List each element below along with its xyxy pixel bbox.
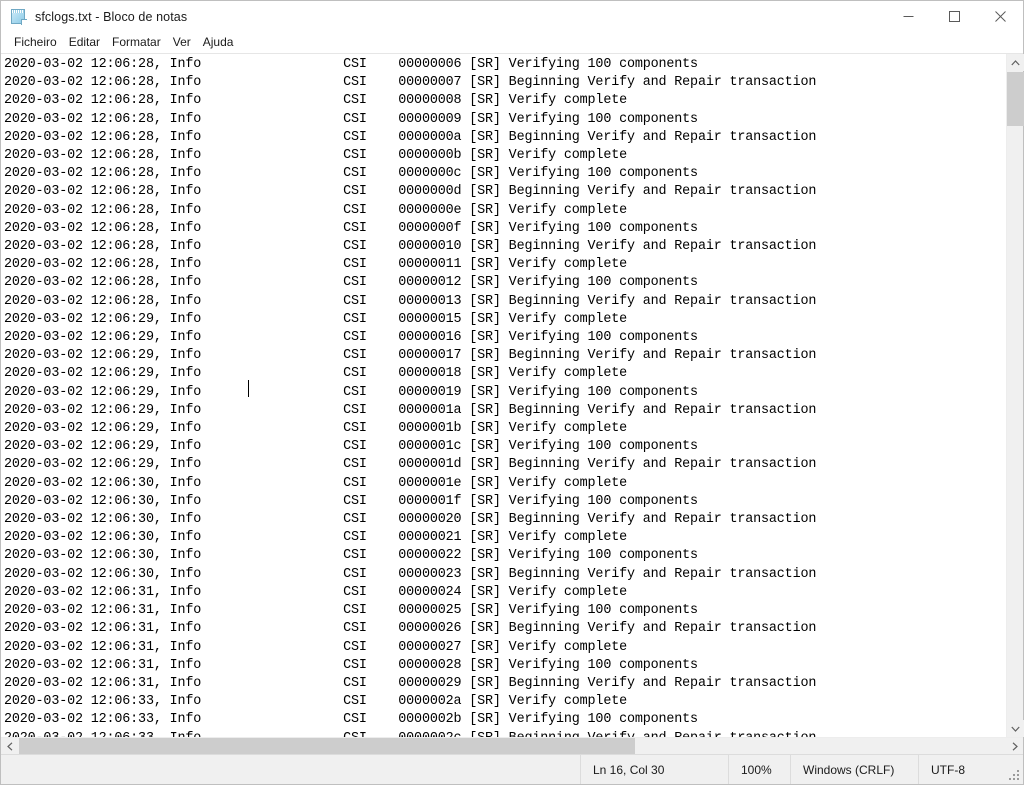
close-icon — [994, 11, 1006, 22]
log-line: 2020-03-02 12:06:31, Info CSI 00000027 [… — [4, 639, 627, 655]
text-caret — [248, 380, 249, 397]
title-bar-left: sfclogs.txt - Bloco de notas — [1, 8, 885, 25]
log-line: 2020-03-02 12:06:28, Info CSI 00000012 [… — [4, 275, 698, 291]
menu-item-ver[interactable]: Ver — [167, 33, 197, 52]
minimize-button[interactable] — [885, 1, 931, 32]
log-line: 2020-03-02 12:06:29, Info CSI 00000016 [… — [4, 330, 698, 346]
maximize-icon — [948, 11, 960, 22]
log-line: 2020-03-02 12:06:28, Info CSI 00000007 [… — [4, 75, 817, 91]
log-line: 2020-03-02 12:06:29, Info CSI 00000015 [… — [4, 311, 627, 327]
chevron-up-icon — [1011, 59, 1020, 65]
window-title: sfclogs.txt - Bloco de notas — [35, 9, 188, 24]
log-line: 2020-03-02 12:06:28, Info CSI 00000008 [… — [4, 93, 627, 109]
log-line: 2020-03-02 12:06:31, Info CSI 00000029 [… — [4, 675, 817, 691]
editor-area: 2020-03-02 12:06:28, Info CSI 00000006 [… — [1, 53, 1024, 737]
menu-item-ficheiro[interactable]: Ficheiro — [8, 33, 63, 52]
log-line: 2020-03-02 12:06:30, Info CSI 00000023 [… — [4, 566, 817, 582]
menu-item-formatar[interactable]: Formatar — [106, 33, 167, 52]
log-line: 2020-03-02 12:06:28, Info CSI 0000000e [… — [4, 202, 627, 218]
log-line: 2020-03-02 12:06:28, Info CSI 0000000f [… — [4, 220, 698, 236]
minimize-icon — [903, 16, 913, 17]
status-bar-spacer — [1, 755, 580, 784]
notepad-icon — [10, 8, 27, 25]
log-line: 2020-03-02 12:06:28, Info CSI 0000000d [… — [4, 184, 817, 200]
log-line: 2020-03-02 12:06:30, Info CSI 00000020 [… — [4, 512, 817, 528]
log-line: 2020-03-02 12:06:29, Info CSI 00000019 [… — [4, 384, 698, 400]
vertical-scrollbar[interactable] — [1006, 54, 1024, 737]
log-line: 2020-03-02 12:06:28, Info CSI 00000009 [… — [4, 111, 698, 127]
log-line: 2020-03-02 12:06:29, Info CSI 0000001c [… — [4, 439, 698, 455]
caption-buttons — [885, 1, 1023, 32]
log-line: 2020-03-02 12:06:29, Info CSI 0000001b [… — [4, 421, 627, 437]
log-line: 2020-03-02 12:06:28, Info CSI 00000006 [… — [4, 57, 698, 72]
resize-grip-icon[interactable] — [1008, 769, 1020, 781]
log-line: 2020-03-02 12:06:28, Info CSI 0000000c [… — [4, 166, 698, 182]
log-line: 2020-03-02 12:06:30, Info CSI 0000001f [… — [4, 493, 698, 509]
log-line: 2020-03-02 12:06:30, Info CSI 00000022 [… — [4, 548, 698, 564]
chevron-down-icon — [1011, 726, 1020, 732]
log-line: 2020-03-02 12:06:30, Info CSI 00000021 [… — [4, 530, 627, 546]
menu-item-ajuda[interactable]: Ajuda — [197, 33, 240, 52]
log-line: 2020-03-02 12:06:29, Info CSI 0000001d [… — [4, 457, 817, 473]
log-line: 2020-03-02 12:06:31, Info CSI 00000028 [… — [4, 657, 698, 673]
log-line: 2020-03-02 12:06:33, Info CSI 0000002c [… — [4, 730, 1006, 737]
scroll-left-button[interactable] — [1, 738, 18, 754]
horizontal-scrollbar[interactable] — [1, 737, 1023, 754]
vertical-scrollbar-thumb[interactable] — [1007, 72, 1024, 126]
log-line: 2020-03-02 12:06:28, Info CSI 0000000a [… — [4, 129, 817, 145]
chevron-left-icon — [6, 741, 12, 751]
status-cursor-position: Ln 16, Col 30 — [580, 755, 728, 784]
status-bar: Ln 16, Col 30 100% Windows (CRLF) UTF-8 — [1, 754, 1023, 784]
maximize-button[interactable] — [931, 1, 977, 32]
scroll-down-button[interactable] — [1007, 720, 1024, 737]
text-editor[interactable]: 2020-03-02 12:06:28, Info CSI 00000006 [… — [1, 54, 1006, 737]
title-bar[interactable]: sfclogs.txt - Bloco de notas — [1, 1, 1023, 32]
status-zoom-level: 100% — [728, 755, 790, 784]
log-line: 2020-03-02 12:06:28, Info CSI 00000011 [… — [4, 257, 627, 273]
status-line-ending: Windows (CRLF) — [790, 755, 918, 784]
close-button[interactable] — [977, 1, 1023, 32]
chevron-right-icon — [1012, 741, 1018, 751]
log-line: 2020-03-02 12:06:31, Info CSI 00000024 [… — [4, 584, 627, 600]
scroll-right-button[interactable] — [1006, 738, 1023, 754]
log-line: 2020-03-02 12:06:30, Info CSI 0000001e [… — [4, 475, 627, 491]
log-line: 2020-03-02 12:06:31, Info CSI 00000026 [… — [4, 621, 817, 637]
log-line: 2020-03-02 12:06:28, Info CSI 00000013 [… — [4, 293, 817, 309]
log-line: 2020-03-02 12:06:28, Info CSI 00000010 [… — [4, 239, 817, 255]
log-line: 2020-03-02 12:06:33, Info CSI 0000002a [… — [4, 694, 627, 710]
log-line: 2020-03-02 12:06:29, Info CSI 00000017 [… — [4, 348, 817, 364]
log-line: 2020-03-02 12:06:28, Info CSI 0000000b [… — [4, 148, 627, 164]
menu-bar: Ficheiro Editar Formatar Ver Ajuda — [1, 32, 1023, 53]
log-line: 2020-03-02 12:06:29, Info CSI 0000001a [… — [4, 402, 817, 418]
notepad-window: sfclogs.txt - Bloco de notas Ficheiro Ed… — [0, 0, 1024, 785]
log-line: 2020-03-02 12:06:31, Info CSI 00000025 [… — [4, 603, 698, 619]
log-line: 2020-03-02 12:06:33, Info CSI 0000002b [… — [4, 712, 698, 728]
horizontal-scrollbar-thumb[interactable] — [19, 738, 635, 754]
log-line: 2020-03-02 12:06:29, Info CSI 00000018 [… — [4, 366, 627, 382]
scroll-up-button[interactable] — [1007, 54, 1024, 71]
menu-item-editar[interactable]: Editar — [63, 33, 106, 52]
